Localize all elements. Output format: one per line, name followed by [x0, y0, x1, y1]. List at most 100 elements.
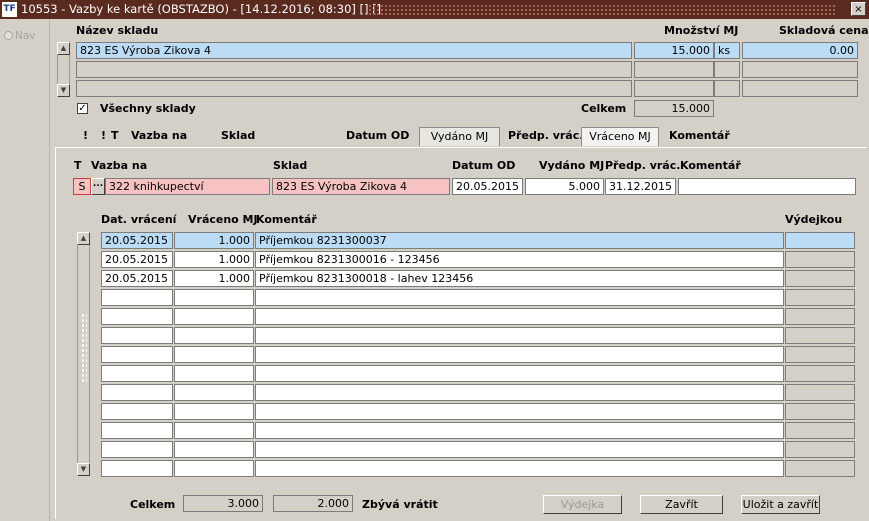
grid-cell-dat[interactable]: [101, 460, 173, 477]
mj-field-empty[interactable]: [714, 80, 740, 97]
grid-cell-vraceno[interactable]: [174, 327, 254, 344]
grid-cell-vraceno[interactable]: [174, 365, 254, 382]
grid-cell-komentar[interactable]: [255, 308, 784, 325]
grid-cell-vydejkou[interactable]: [785, 270, 855, 287]
scroll-up-icon[interactable]: ▲: [77, 232, 90, 245]
grid-cell-vraceno[interactable]: [174, 308, 254, 325]
grid-cell-dat[interactable]: [101, 289, 173, 306]
cena-field[interactable]: 0.00: [742, 42, 858, 59]
col-predp-vrac: Předp. vrác.: [508, 129, 584, 142]
scroll-down-icon[interactable]: ▼: [77, 463, 90, 476]
grid-cell-dat[interactable]: [101, 327, 173, 344]
nav-radio: Nav: [4, 30, 36, 42]
detail-sklad-field[interactable]: 823 ES Výroba Zikova 4: [272, 178, 450, 195]
grid-cell-komentar[interactable]: [255, 365, 784, 382]
detail-predp-field[interactable]: 31.12.2015: [605, 178, 676, 195]
grid-cell-komentar[interactable]: Příjemkou 8231300016 - 123456: [255, 251, 784, 268]
grid-cell-komentar[interactable]: Příjemkou 8231300037: [255, 232, 784, 249]
top-scrollbar[interactable]: ▲ ▼: [57, 42, 70, 97]
col-vazba-na: Vazba na: [131, 129, 188, 142]
grid-cell-komentar[interactable]: [255, 384, 784, 401]
grid-cell-vraceno[interactable]: [174, 346, 254, 363]
grid-cell-dat[interactable]: 20.05.2015: [101, 270, 173, 287]
grid-cell-dat[interactable]: [101, 365, 173, 382]
celkem-top-field: 15.000: [634, 100, 714, 117]
mnozstvi-field-empty[interactable]: [634, 61, 714, 78]
detail-datum-field[interactable]: 20.05.2015: [452, 178, 523, 195]
grid-cell-dat[interactable]: [101, 308, 173, 325]
grid-cell-vraceno[interactable]: [174, 460, 254, 477]
grid-cell-vydejkou[interactable]: [785, 460, 855, 477]
tab-vraceno-mj[interactable]: Vráceno MJ: [581, 127, 659, 146]
grid-cell-dat[interactable]: [101, 346, 173, 363]
scroll-thumb-grip[interactable]: [81, 313, 87, 383]
grid-cell-vydejkou[interactable]: [785, 327, 855, 344]
detail-vydano-field[interactable]: 5.000: [525, 178, 604, 195]
grid-cell-vraceno[interactable]: [174, 384, 254, 401]
grid-cell-vydejkou[interactable]: [785, 441, 855, 458]
tab-vydano-mj[interactable]: Vydáno MJ: [419, 127, 500, 146]
zavrit-button[interactable]: Zavřít: [640, 495, 723, 514]
grid-cell-komentar[interactable]: [255, 460, 784, 477]
grid-cell-vraceno[interactable]: 1.000: [174, 232, 254, 249]
sklad-name-field[interactable]: 823 ES Výroba Zikova 4: [76, 42, 632, 59]
sklad-name-field-empty[interactable]: [76, 61, 632, 78]
grid-cell-dat[interactable]: [101, 403, 173, 420]
detail-komentar-field[interactable]: [678, 178, 856, 195]
grid-cell-komentar[interactable]: [255, 327, 784, 344]
grid-cell-vraceno[interactable]: [174, 403, 254, 420]
vazba-lookup-button[interactable]: ...: [91, 178, 105, 195]
detail-vazba-field[interactable]: 322 knihkupectví: [105, 178, 270, 195]
mnozstvi-field[interactable]: 15.000: [634, 42, 714, 59]
ulozit-a-zavrit-button[interactable]: Uložit a zavřít: [741, 495, 820, 514]
scroll-up-icon[interactable]: ▲: [57, 42, 70, 55]
celkem-footer-label: Celkem: [130, 498, 176, 511]
grid-cell-komentar[interactable]: [255, 422, 784, 439]
mj-field[interactable]: ks: [714, 42, 740, 59]
col-t: T: [111, 129, 119, 142]
app-logo-icon: TF: [2, 2, 17, 17]
grid-header-vraceno: Vráceno MJ: [188, 213, 258, 226]
vsechny-sklady-checkbox[interactable]: ✓: [77, 103, 88, 114]
grid-cell-vydejkou[interactable]: [785, 403, 855, 420]
mnozstvi-field-empty[interactable]: [634, 80, 714, 97]
grid-cell-vydejkou[interactable]: [785, 232, 855, 249]
detail-header-vydano: Vydáno MJ: [539, 159, 605, 172]
grid-cell-vraceno[interactable]: 1.000: [174, 251, 254, 268]
grid-scrollbar[interactable]: ▲ ▼: [77, 232, 90, 476]
zbyva-vratit-field: 2.000: [273, 495, 353, 512]
grid-cell-vraceno[interactable]: [174, 441, 254, 458]
grid-cell-vydejkou[interactable]: [785, 289, 855, 306]
sklad-name-field-empty[interactable]: [76, 80, 632, 97]
grid-cell-vydejkou[interactable]: [785, 346, 855, 363]
left-toolbar: [0, 19, 50, 521]
grid-cell-komentar[interactable]: [255, 441, 784, 458]
mj-field-empty[interactable]: [714, 61, 740, 78]
grid-cell-vydejkou[interactable]: [785, 308, 855, 325]
grid-cell-vraceno[interactable]: [174, 422, 254, 439]
cena-field-empty[interactable]: [742, 61, 858, 78]
grid-cell-komentar[interactable]: Příjemkou 8231300018 - lahev 123456: [255, 270, 784, 287]
grid-cell-dat[interactable]: 20.05.2015: [101, 232, 173, 249]
grid-cell-vydejkou[interactable]: [785, 422, 855, 439]
detail-header-sklad: Sklad: [273, 159, 308, 172]
scroll-down-icon[interactable]: ▼: [57, 84, 70, 97]
cena-field-empty[interactable]: [742, 80, 858, 97]
grid-cell-vraceno[interactable]: 1.000: [174, 270, 254, 287]
grid-cell-komentar[interactable]: [255, 403, 784, 420]
grid-cell-komentar[interactable]: [255, 289, 784, 306]
grid-cell-dat[interactable]: [101, 441, 173, 458]
grid-cell-komentar[interactable]: [255, 346, 784, 363]
close-button[interactable]: ×: [851, 2, 866, 16]
grid-cell-vydejkou[interactable]: [785, 365, 855, 382]
col-excl-1: !: [83, 129, 89, 142]
radio-icon: [4, 31, 13, 40]
grid-cell-dat[interactable]: [101, 384, 173, 401]
detail-type-field[interactable]: S: [73, 178, 91, 195]
grid-cell-vydejkou[interactable]: [785, 384, 855, 401]
grid-cell-dat[interactable]: 20.05.2015: [101, 251, 173, 268]
grid-cell-vydejkou[interactable]: [785, 251, 855, 268]
vydejka-button[interactable]: Výdejka: [543, 495, 622, 514]
grid-cell-dat[interactable]: [101, 422, 173, 439]
grid-cell-vraceno[interactable]: [174, 289, 254, 306]
